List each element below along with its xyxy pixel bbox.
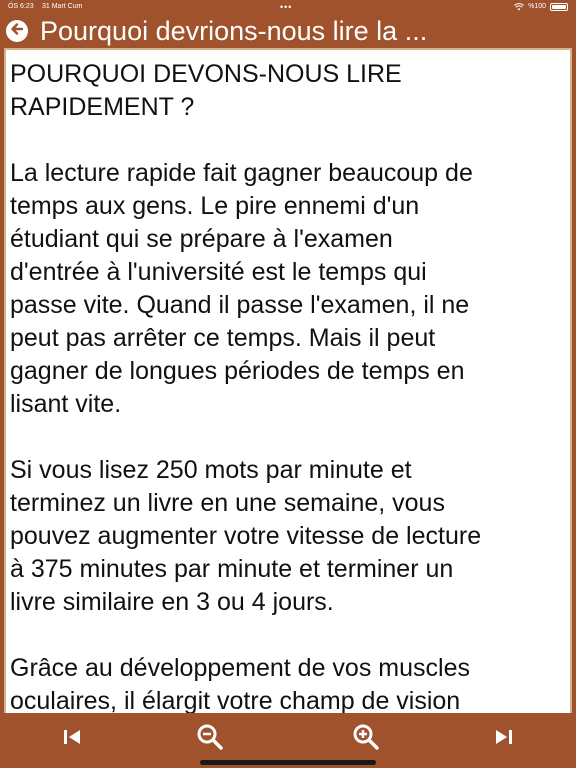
skip-previous-icon <box>61 726 83 753</box>
page-title: Pourquoi devrions-nous lire la ... <box>40 16 428 46</box>
back-button[interactable] <box>6 20 28 42</box>
previous-page-button[interactable] <box>54 721 90 757</box>
article-text: POURQUOI DEVONS-NOUS LIRE RAPIDEMENT ? L… <box>10 60 482 715</box>
home-indicator[interactable] <box>200 760 376 765</box>
wifi-icon <box>514 3 525 11</box>
status-time: ÖS 6:23 <box>8 3 34 10</box>
status-date: 31 Mart Cum <box>42 3 83 10</box>
next-page-button[interactable] <box>486 721 522 757</box>
status-indicators: %100 <box>514 0 568 14</box>
zoom-out-button[interactable] <box>192 721 228 757</box>
zoom-in-button[interactable] <box>348 721 384 757</box>
battery-percent: %100 <box>528 3 546 10</box>
multitasking-dots[interactable]: ••• <box>280 0 292 14</box>
zoom-out-icon <box>196 723 224 756</box>
article-panel[interactable]: POURQUOI DEVONS-NOUS LIRE RAPIDEMENT ? L… <box>4 48 572 715</box>
status-bar: ÖS 6:23 31 Mart Cum ••• %100 <box>0 0 576 14</box>
zoom-in-icon <box>352 723 380 756</box>
header-bar: Pourquoi devrions-nous lire la ... <box>0 14 576 48</box>
arrow-left-icon <box>10 22 24 41</box>
skip-next-icon <box>493 726 515 753</box>
battery-icon <box>550 3 568 11</box>
